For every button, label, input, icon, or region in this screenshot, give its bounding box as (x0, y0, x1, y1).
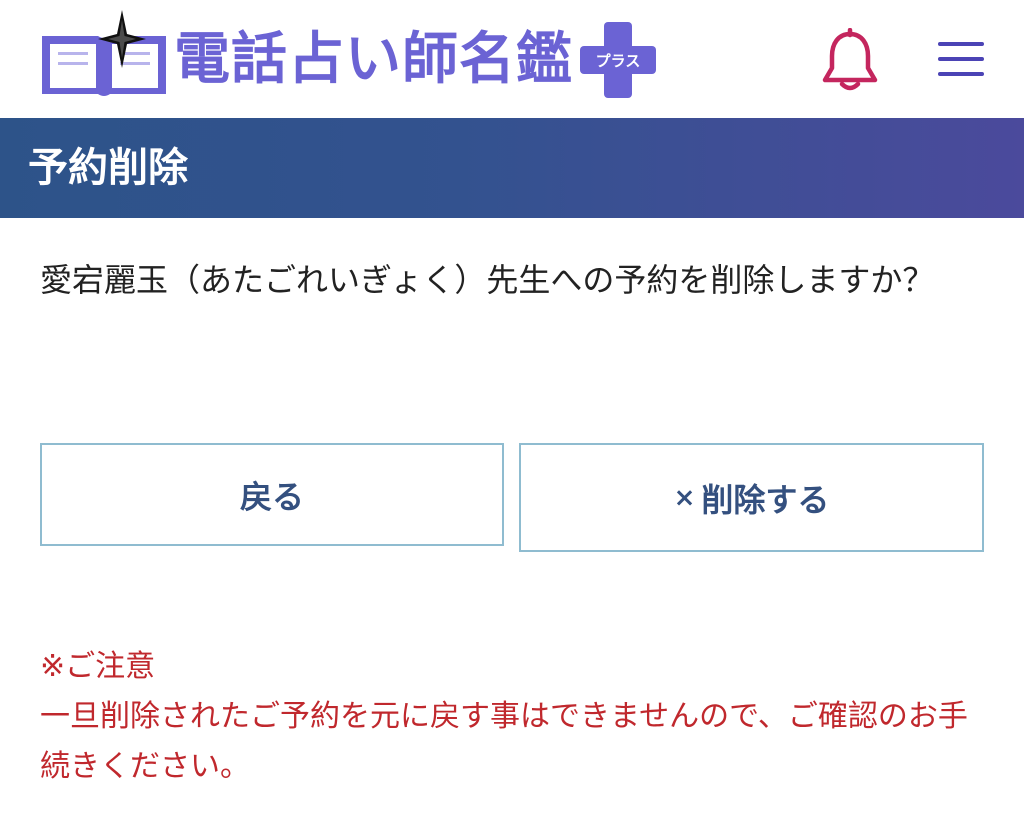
logo-text: 電話占い師名鑑 (174, 27, 573, 92)
page-title-bar: 予約削除 (0, 118, 1024, 218)
close-icon: × (673, 482, 696, 513)
site-header: 電話占い師名鑑 プラス (0, 0, 1024, 118)
notice-block: ※ご注意 一旦削除されたご予約を元に戻す事はできませんので、ご確認のお手続きくだ… (40, 642, 990, 792)
confirm-message: 愛宕麗玉（あたごれいぎょく）先生への予約を削除しますか？ (40, 261, 935, 299)
page: 電話占い師名鑑 プラス 予約削除 愛宕麗玉（あたごれいぎょく）先生への予約を削除… (0, 0, 1024, 837)
back-button-label: 戻る (239, 477, 304, 516)
hamburger-menu-icon[interactable] (932, 34, 990, 84)
notice-body: 一旦削除されたご予約を元に戻す事はできませんので、ご確認のお手続きください。 (40, 699, 968, 784)
page-title: 予約削除 (28, 145, 188, 191)
notice-heading: ※ご注意 (40, 649, 156, 684)
back-button[interactable]: 戻る (40, 443, 504, 546)
open-book-star-icon (42, 10, 166, 96)
delete-button[interactable]: × 削除する (519, 443, 984, 552)
delete-button-label: 削除する (701, 480, 830, 519)
bell-icon[interactable] (820, 28, 880, 94)
site-logo[interactable]: 電話占い師名鑑 プラス (38, 6, 678, 106)
plus-badge-label: プラス (596, 52, 641, 70)
plus-badge-icon: プラス (580, 22, 656, 98)
